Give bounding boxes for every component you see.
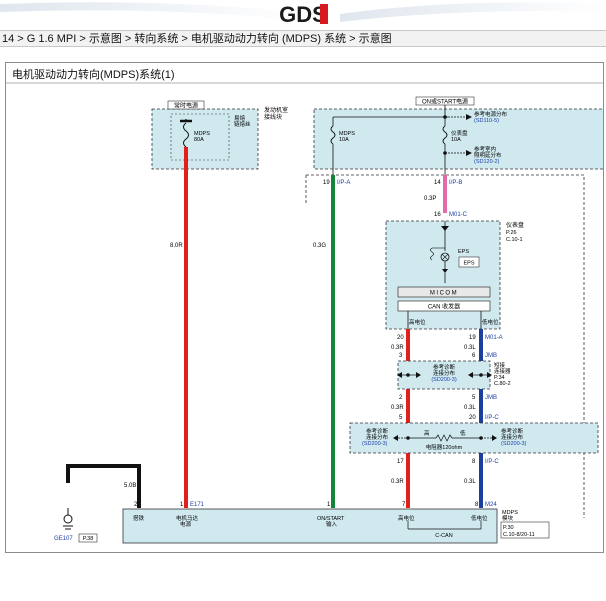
svg-text:I/P-A: I/P-A [337,180,350,186]
svg-text:接线块: 接线块 [264,113,282,121]
svg-text:P.38: P.38 [83,536,94,542]
svg-text:8: 8 [472,459,476,465]
svg-text:搭铁: 搭铁 [133,514,145,522]
svg-text:参考诊断: 参考诊断 [433,363,456,371]
app-header: GDS [0,0,606,30]
svg-text:20: 20 [469,415,476,421]
wiring-diagram: 常时电源 发动机室 接线块 易熔 链熔丝 MDPS 80A 8.0R ON或ST… [6,82,603,544]
svg-text:I/P-C: I/P-C [485,459,499,465]
ground-symbol-icon [63,514,73,524]
svg-text:高电位: 高电位 [398,514,415,522]
svg-text:低: 低 [460,429,466,437]
svg-text:0.3R: 0.3R [391,345,404,351]
svg-text:3: 3 [399,353,403,359]
svg-text:0.3L: 0.3L [464,405,476,411]
svg-text:0.3L: 0.3L [464,479,476,485]
swoosh-right [340,2,606,23]
svg-text:C.10-1: C.10-1 [506,237,523,243]
svg-text:电机马达: 电机马达 [176,514,199,522]
svg-text:发动机室: 发动机室 [264,106,288,114]
svg-text:连接分布: 连接分布 [366,433,389,441]
svg-text:参考诊断: 参考诊断 [366,427,389,435]
svg-text:C-CAN: C-CAN [435,533,452,539]
svg-text:高: 高 [424,429,430,437]
svg-text:17: 17 [397,459,404,465]
svg-text:19: 19 [469,335,476,341]
logo-accent-icon [320,4,328,24]
svg-text:0.3R: 0.3R [391,405,404,411]
svg-text:5: 5 [399,415,403,421]
svg-text:常时电源: 常时电源 [174,102,198,110]
breadcrumb: 14 > G 1.6 MPI > 示意图 > 转向系统 > 电机驱动动力转向 (… [0,30,606,47]
svg-text:EPS: EPS [463,261,474,267]
svg-text:20: 20 [397,335,404,341]
svg-text:电源: 电源 [180,520,192,528]
svg-text:E171: E171 [190,502,205,508]
svg-text:ON或START电源: ON或START电源 [422,98,468,106]
svg-text:6: 6 [472,353,476,359]
svg-text:CAN 收发器: CAN 收发器 [428,303,460,311]
svg-text:(SD200-3): (SD200-3) [431,377,457,383]
svg-text:参考诊断: 参考诊断 [501,427,524,435]
svg-text:C.10-8/20-11: C.10-8/20-11 [503,532,535,538]
svg-text:80A: 80A [194,137,204,143]
svg-text:(SD200-3): (SD200-3) [501,441,527,447]
svg-text:连接分布: 连接分布 [433,369,456,377]
gds-logo: GDS [279,2,327,27]
svg-text:低电位: 低电位 [482,318,499,326]
svg-text:7: 7 [402,502,406,508]
svg-text:高电位: 高电位 [409,318,426,326]
svg-text:10A: 10A [451,137,461,143]
svg-text:0.3R: 0.3R [391,479,404,485]
svg-text:仪表盘: 仪表盘 [506,221,524,229]
svg-text:P.26: P.26 [506,230,517,236]
svg-text:连接分布: 连接分布 [501,433,524,441]
svg-text:M24: M24 [485,502,497,508]
svg-text:EPS: EPS [458,249,469,255]
svg-text:14: 14 [434,180,441,186]
svg-text:5: 5 [472,395,476,401]
svg-text:(SD110-5): (SD110-5) [474,118,499,124]
svg-text:JMB: JMB [485,395,497,401]
svg-text:链熔丝: 链熔丝 [234,120,251,128]
svg-text:MICOM: MICOM [430,291,458,297]
svg-text:输入: 输入 [326,520,338,528]
svg-text:仪表盘: 仪表盘 [451,129,468,137]
svg-text:GE107: GE107 [54,536,73,542]
svg-text:0.3P: 0.3P [424,196,436,202]
svg-text:C.80-2: C.80-2 [494,381,511,387]
svg-text:易熔: 易熔 [234,114,246,122]
svg-text:模块: 模块 [502,514,514,522]
svg-text:参考电源分布: 参考电源分布 [474,110,508,118]
diagram-frame: 电机驱动动力转向(MDPS)系统(1) 常时电源 发动机室 接线块 易熔 链熔丝… [5,62,604,553]
swoosh-left [0,2,300,20]
svg-text:0.3G: 0.3G [313,243,326,249]
instrument-cluster [385,220,501,330]
svg-text:5.0B: 5.0B [124,483,136,489]
svg-text:2: 2 [399,395,403,401]
svg-text:P.30: P.30 [503,525,514,531]
header-banner: GDS [0,2,606,27]
svg-text:参考室内: 参考室内 [474,145,496,153]
svg-text:8: 8 [475,502,479,508]
svg-text:(SD120-2): (SD120-2) [474,159,500,165]
svg-text:照明延分布: 照明延分布 [474,151,502,159]
svg-text:0.3L: 0.3L [464,345,476,351]
svg-text:1: 1 [327,502,331,508]
svg-text:19: 19 [323,180,330,186]
svg-text:连接器: 连接器 [494,367,511,375]
svg-text:I/P-B: I/P-B [449,180,462,186]
svg-text:M01-A: M01-A [485,335,503,341]
svg-text:电阻器120ohm: 电阻器120ohm [426,443,463,451]
svg-text:短接: 短接 [494,361,506,369]
svg-text:低电位: 低电位 [471,514,488,522]
svg-text:1: 1 [180,502,184,508]
svg-text:JMB: JMB [485,353,497,359]
svg-text:I/P-C: I/P-C [485,415,499,421]
svg-text:8.0R: 8.0R [170,243,183,249]
svg-text:(SD200-3): (SD200-3) [362,441,388,447]
svg-text:16: 16 [434,212,441,218]
svg-text:M01-C: M01-C [449,212,468,218]
svg-text:10A: 10A [339,137,349,143]
